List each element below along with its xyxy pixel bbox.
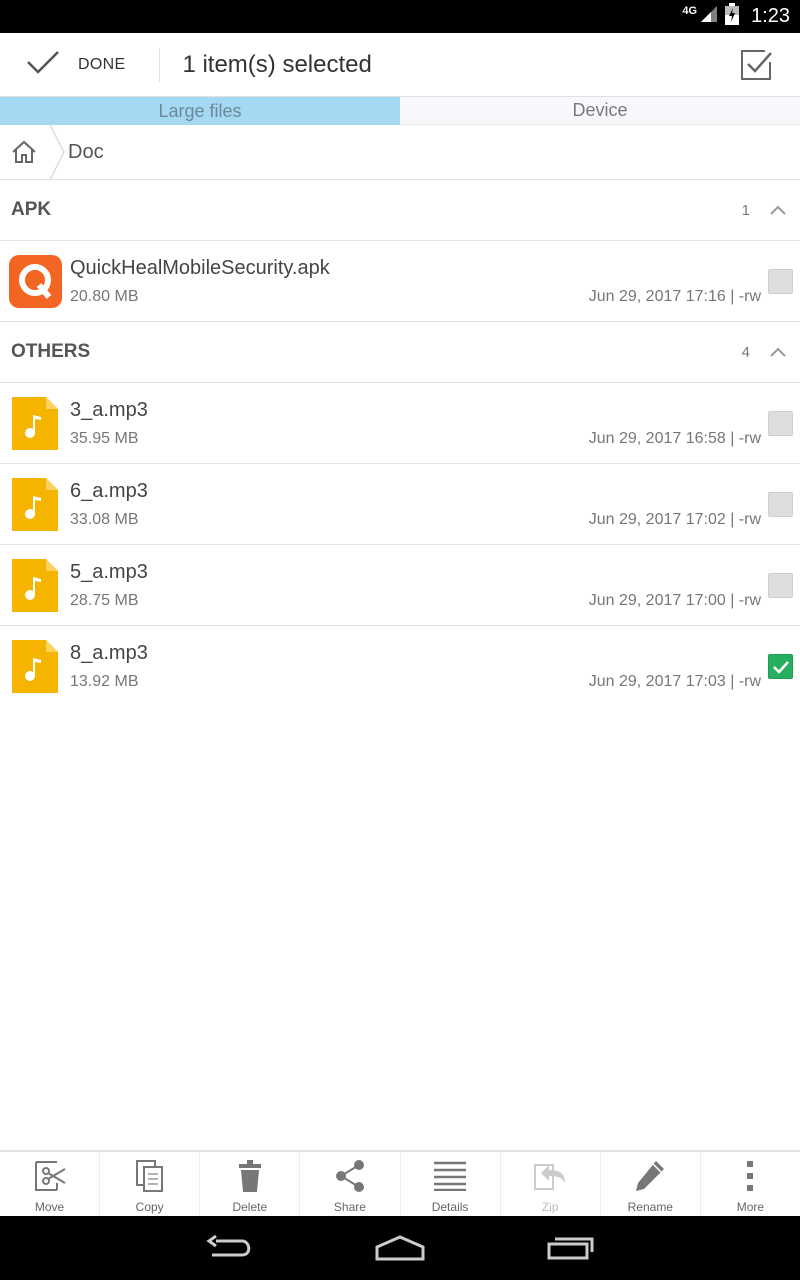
music-file-icon bbox=[9, 559, 62, 612]
more-button[interactable]: More bbox=[701, 1152, 800, 1216]
item-checkbox[interactable] bbox=[768, 411, 793, 436]
music-file-icon bbox=[9, 478, 62, 531]
file-size: 28.75 MB bbox=[70, 592, 139, 609]
breadcrumb: Doc bbox=[0, 124, 800, 180]
move-icon bbox=[33, 1159, 67, 1193]
delete-label: Delete bbox=[232, 1200, 268, 1214]
done-button[interactable]: DONE bbox=[0, 33, 159, 97]
share-button[interactable]: Share bbox=[300, 1152, 401, 1216]
checkmark-icon bbox=[772, 660, 789, 674]
file-name: 3_a.mp3 bbox=[70, 399, 148, 421]
pencil-icon bbox=[633, 1159, 667, 1193]
trash-icon bbox=[233, 1159, 267, 1193]
delete-button[interactable]: Delete bbox=[200, 1152, 301, 1216]
more-vertical-icon bbox=[733, 1159, 767, 1193]
selection-title: 1 item(s) selected bbox=[182, 50, 372, 78]
breadcrumb-separator-icon bbox=[49, 124, 65, 180]
file-name: 5_a.mp3 bbox=[70, 561, 148, 583]
file-meta: Jun 29, 2017 17:02 | -rw bbox=[588, 511, 761, 528]
item-checkbox[interactable] bbox=[768, 492, 793, 517]
section-header-apk[interactable]: APK 1 bbox=[0, 180, 800, 241]
list-item[interactable]: QuickHealMobileSecurity.apk 20.80 MB Jun… bbox=[0, 241, 800, 322]
list-item[interactable]: 5_a.mp3 28.75 MB Jun 29, 2017 17:00 | -r… bbox=[0, 545, 800, 626]
home-button[interactable] bbox=[374, 1228, 426, 1268]
item-checkbox[interactable] bbox=[768, 573, 793, 598]
share-icon bbox=[333, 1159, 367, 1193]
file-size: 33.08 MB bbox=[70, 511, 139, 528]
copy-label: Copy bbox=[135, 1200, 164, 1214]
status-bar: 4G 1:23 bbox=[0, 0, 800, 33]
tab-large-files[interactable]: Large files bbox=[0, 97, 400, 125]
quickheal-app-icon bbox=[9, 255, 62, 308]
file-size: 13.92 MB bbox=[70, 673, 139, 690]
zip-button[interactable]: Zip bbox=[501, 1152, 601, 1216]
section-header-others[interactable]: OTHERS 4 bbox=[0, 322, 800, 383]
back-button[interactable] bbox=[204, 1228, 256, 1268]
signal-icon bbox=[699, 4, 719, 29]
tab-bar: Large files Device bbox=[0, 97, 800, 125]
more-label: More bbox=[736, 1200, 765, 1214]
details-button[interactable]: Details bbox=[401, 1152, 501, 1216]
action-bar: DONE 1 item(s) selected bbox=[0, 33, 800, 97]
file-name: 8_a.mp3 bbox=[70, 642, 148, 664]
section-count: 4 bbox=[741, 343, 750, 361]
home-nav-icon bbox=[375, 1235, 425, 1261]
select-all-button[interactable] bbox=[736, 45, 776, 85]
rename-label: Rename bbox=[627, 1200, 673, 1214]
clock: 1:23 bbox=[751, 5, 790, 27]
item-checkbox[interactable] bbox=[768, 269, 793, 294]
copy-button[interactable]: Copy bbox=[100, 1152, 201, 1216]
share-label: Share bbox=[333, 1200, 366, 1214]
file-size: 20.80 MB bbox=[70, 288, 139, 305]
breadcrumb-home[interactable] bbox=[0, 125, 48, 180]
list-item[interactable]: 3_a.mp3 35.95 MB Jun 29, 2017 16:58 | -r… bbox=[0, 383, 800, 464]
system-nav-bar bbox=[0, 1216, 800, 1280]
move-button[interactable]: Move bbox=[0, 1152, 101, 1216]
battery-icon bbox=[725, 3, 740, 30]
list-item[interactable]: 8_a.mp3 13.92 MB Jun 29, 2017 17:03 | -r… bbox=[0, 626, 800, 707]
breadcrumb-current[interactable]: Doc bbox=[68, 141, 104, 164]
file-meta: Jun 29, 2017 17:16 | -rw bbox=[588, 288, 761, 305]
back-icon bbox=[206, 1235, 251, 1257]
file-meta: Jun 29, 2017 16:58 | -rw bbox=[588, 430, 761, 447]
file-name: QuickHealMobileSecurity.apk bbox=[70, 257, 330, 279]
recents-icon bbox=[547, 1237, 594, 1260]
zip-icon bbox=[533, 1159, 567, 1193]
chevron-up-icon[interactable] bbox=[768, 342, 788, 362]
checkmark-icon bbox=[26, 49, 60, 80]
zip-label: Zip bbox=[541, 1200, 559, 1214]
music-file-icon bbox=[9, 640, 62, 693]
chevron-up-icon[interactable] bbox=[768, 200, 788, 220]
action-bar-divider bbox=[159, 47, 161, 82]
list-item[interactable]: 6_a.mp3 33.08 MB Jun 29, 2017 17:02 | -r… bbox=[0, 464, 800, 545]
recents-button[interactable] bbox=[544, 1228, 596, 1268]
file-meta: Jun 29, 2017 17:03 | -rw bbox=[588, 673, 761, 690]
file-size: 35.95 MB bbox=[70, 430, 139, 447]
details-label: Details bbox=[431, 1200, 469, 1214]
section-title: APK bbox=[11, 199, 52, 220]
details-icon bbox=[433, 1159, 467, 1193]
select-all-icon bbox=[741, 49, 772, 80]
bottom-toolbar: Move Copy Delete Share Details Zip Renam… bbox=[0, 1150, 800, 1216]
music-file-icon bbox=[9, 397, 62, 450]
tab-device[interactable]: Device bbox=[400, 97, 800, 125]
section-count: 1 bbox=[741, 201, 750, 219]
file-meta: Jun 29, 2017 17:00 | -rw bbox=[588, 592, 761, 609]
copy-icon bbox=[133, 1159, 167, 1193]
network-type: 4G bbox=[682, 4, 698, 17]
rename-button[interactable]: Rename bbox=[601, 1152, 701, 1216]
item-checkbox-checked[interactable] bbox=[768, 654, 793, 679]
move-label: Move bbox=[34, 1200, 65, 1214]
home-icon bbox=[12, 140, 36, 163]
done-label: DONE bbox=[78, 55, 126, 73]
file-name: 6_a.mp3 bbox=[70, 480, 148, 502]
section-title: OTHERS bbox=[11, 341, 91, 362]
